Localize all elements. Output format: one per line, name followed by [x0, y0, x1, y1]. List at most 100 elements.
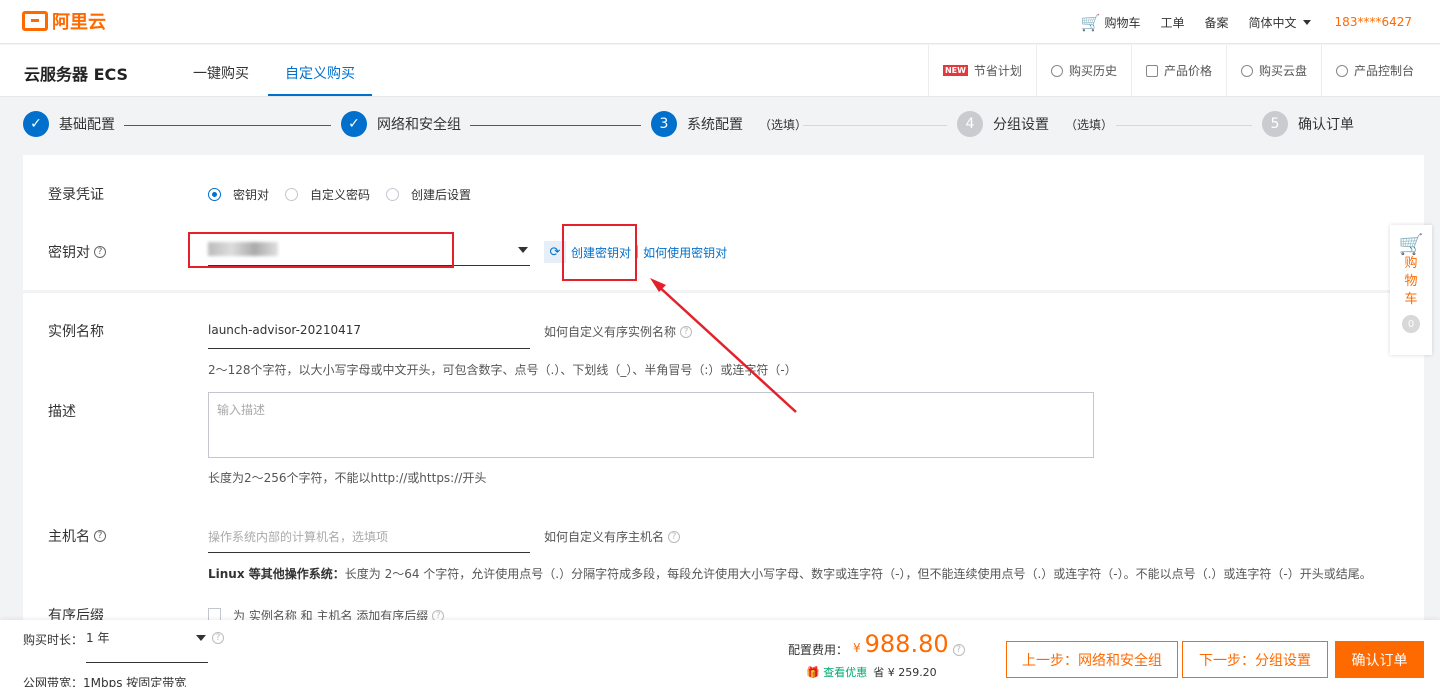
cart-char: 车 — [1404, 292, 1418, 307]
chevron-down-icon — [518, 247, 528, 253]
cart-icon: 🛒 — [1398, 232, 1424, 256]
product-header: 云服务器 ECS 一键购买 自定义购买 NEW 节省计划 购买历史 产品价格 购… — [0, 45, 1440, 97]
tab-one-click-buy[interactable]: 一键购买 — [193, 63, 249, 83]
clock-icon — [1050, 64, 1063, 77]
buy-cloud-disk-link[interactable]: 购买云盘 — [1225, 45, 1321, 96]
hostname-input[interactable]: 操作系统内部的计算机名，选填项 — [208, 528, 530, 553]
hostname-label: 主机名 — [48, 529, 90, 545]
annotation-box-create-keypair — [562, 224, 637, 281]
product-links: NEW 节省计划 购买历史 产品价格 购买云盘 产品控制台 — [927, 45, 1440, 96]
price-currency: ¥ — [853, 641, 861, 655]
step-connector — [803, 125, 947, 126]
step-system-config: 3 系统配置 （选填） — [651, 111, 807, 137]
tab-custom-buy[interactable]: 自定义购买 — [285, 63, 355, 83]
hostname-rule-os: Linux 等其他操作系统： — [208, 567, 345, 581]
total-price: ¥ 988.80 ? — [853, 630, 965, 658]
instance-name-input[interactable]: launch-advisor-20210417 — [208, 323, 530, 349]
savings-amount: 省 ¥ 259.20 — [873, 666, 937, 679]
step-label: 系统配置 — [687, 117, 743, 133]
product-console-link[interactable]: 产品控制台 — [1320, 45, 1440, 96]
discount-link[interactable]: 🎁 查看优惠 — [806, 664, 867, 680]
language-label: 简体中文 — [1248, 15, 1297, 30]
step-connector — [470, 125, 641, 126]
floating-cart[interactable]: 🛒 购 物 车 0 — [1390, 225, 1432, 355]
step-connector — [124, 125, 331, 126]
description-rule: 长度为2～256个字符，不能以http://或https://开头 — [208, 471, 487, 485]
product-price-label: 产品价格 — [1163, 64, 1212, 78]
radio-custom-password-label[interactable]: 自定义密码 — [310, 186, 370, 203]
step-group-settings: 4 分组设置 （选填） — [957, 111, 1113, 137]
help-icon: ? — [680, 325, 693, 338]
next-step-button[interactable]: 下一步：分组设置 — [1182, 641, 1328, 678]
ticket-link[interactable]: 工单 — [1161, 14, 1185, 31]
step-label: 确认订单 — [1298, 117, 1354, 133]
login-credential-label: 登录凭证 — [48, 187, 104, 203]
order-bottom-bar: 购买时长： 1 年 ? 公网带宽：1Mbps 按固定带宽 配置费用： ¥ 988… — [0, 620, 1440, 687]
top-cart-link[interactable]: 🛒 购物车 — [1081, 13, 1141, 32]
chevron-down-icon — [1302, 19, 1311, 25]
user-account[interactable]: 183****6427 — [1335, 15, 1412, 29]
help-icon[interactable]: ? — [94, 530, 106, 542]
help-icon[interactable]: ? — [952, 644, 965, 656]
radio-custom-password[interactable] — [285, 188, 299, 201]
purchase-history-link[interactable]: 购买历史 — [1035, 45, 1131, 96]
hostname-label-row: 主机名 ? — [48, 526, 106, 546]
savings-plan-label: 节省计划 — [973, 64, 1022, 78]
cart-char: 物 — [1404, 274, 1418, 289]
instance-name-hint-text: 如何自定义有序实例名称 — [544, 325, 677, 339]
gear-icon — [1335, 64, 1348, 77]
fee-label: 配置费用： — [788, 643, 849, 657]
help-icon[interactable]: ? — [212, 632, 224, 644]
check-icon: ✓ — [23, 111, 49, 137]
duration-value: 1 年 — [86, 631, 110, 645]
buy-cloud-disk-label: 购买云盘 — [1258, 64, 1307, 78]
cart-char: 购 — [1404, 256, 1418, 271]
login-credentials-section: 登录凭证 密钥对 自定义密码 创建后设置 密钥对 ? ⟳ 创建密钥对 | 如何使… — [23, 155, 1424, 290]
hostname-hint-text: 如何自定义有序主机名 — [544, 530, 665, 544]
wizard-steps: ✓ 基础配置 ✓ 网络和安全组 3 系统配置 （选填） 4 分组设置 （选填） … — [0, 97, 1440, 155]
step-connector — [1116, 125, 1252, 126]
product-title: 云服务器 ECS — [24, 65, 129, 84]
instance-name-label: 实例名称 — [48, 324, 104, 340]
aliyun-logo[interactable]: 阿里云 — [22, 9, 106, 33]
filing-link[interactable]: 备案 — [1205, 14, 1229, 31]
radio-keypair-label[interactable]: 密钥对 — [233, 186, 269, 203]
duration-label: 购买时长： — [23, 633, 84, 647]
radio-keypair[interactable] — [208, 188, 221, 201]
product-price-link[interactable]: 产品价格 — [1130, 45, 1226, 96]
instance-name-hint[interactable]: 如何自定义有序实例名称 ? — [544, 323, 693, 340]
duration-select[interactable]: 1 年 — [86, 629, 208, 663]
step-optional-tag: （选填） — [1065, 117, 1114, 132]
top-cart-label: 购物车 — [1104, 15, 1141, 30]
bandwidth-info: 公网带宽：1Mbps 按固定带宽 — [23, 676, 187, 687]
language-select[interactable]: 简体中文 — [1249, 14, 1311, 31]
document-icon — [1145, 64, 1158, 77]
help-icon[interactable]: ? — [94, 246, 106, 258]
step-label: 网络和安全组 — [377, 117, 461, 133]
active-tab-underline — [268, 94, 372, 96]
step-number: 3 — [651, 111, 677, 137]
instance-name-rule: 2～128个字符，以大小写字母或中文开头，可包含数字、点号（.）、下划线（_）、… — [208, 363, 797, 377]
description-label: 描述 — [48, 404, 76, 420]
purchase-history-label: 购买历史 — [1068, 64, 1117, 78]
help-icon: ? — [668, 530, 681, 543]
top-bar: 阿里云 🛒 购物车 工单 备案 简体中文 183****6427 — [0, 0, 1440, 44]
radio-set-later[interactable] — [386, 188, 400, 201]
description-textarea[interactable]: 输入描述 — [208, 392, 1094, 458]
annotation-box-keypair-select — [188, 232, 454, 268]
chevron-down-icon — [196, 635, 206, 641]
step-optional-tag: （选填） — [759, 117, 808, 132]
radio-set-later-label[interactable]: 创建后设置 — [411, 186, 471, 203]
confirm-order-button[interactable]: 确认订单 — [1335, 641, 1424, 678]
discount-row: 🎁 查看优惠 省 ¥ 259.20 — [806, 664, 937, 680]
cloud-disk-icon — [1240, 64, 1253, 77]
step-basic-config[interactable]: ✓ 基础配置 — [23, 111, 115, 137]
hostname-hint[interactable]: 如何自定义有序主机名 ? — [544, 528, 681, 545]
how-to-use-keypair-link[interactable]: 如何使用密钥对 — [643, 244, 727, 261]
step-network-security[interactable]: ✓ 网络和安全组 — [341, 111, 461, 137]
hostname-rule-text: 长度为 2～64 个字符，允许使用点号（.）分隔字符成多段，每段允许使用大小写字… — [344, 567, 1372, 581]
step-confirm-order: 5 确认订单 — [1262, 111, 1354, 137]
prev-step-button[interactable]: 上一步：网络和安全组 — [1006, 641, 1178, 678]
savings-plan-link[interactable]: NEW 节省计划 — [927, 45, 1036, 96]
step-label: 基础配置 — [59, 117, 115, 133]
